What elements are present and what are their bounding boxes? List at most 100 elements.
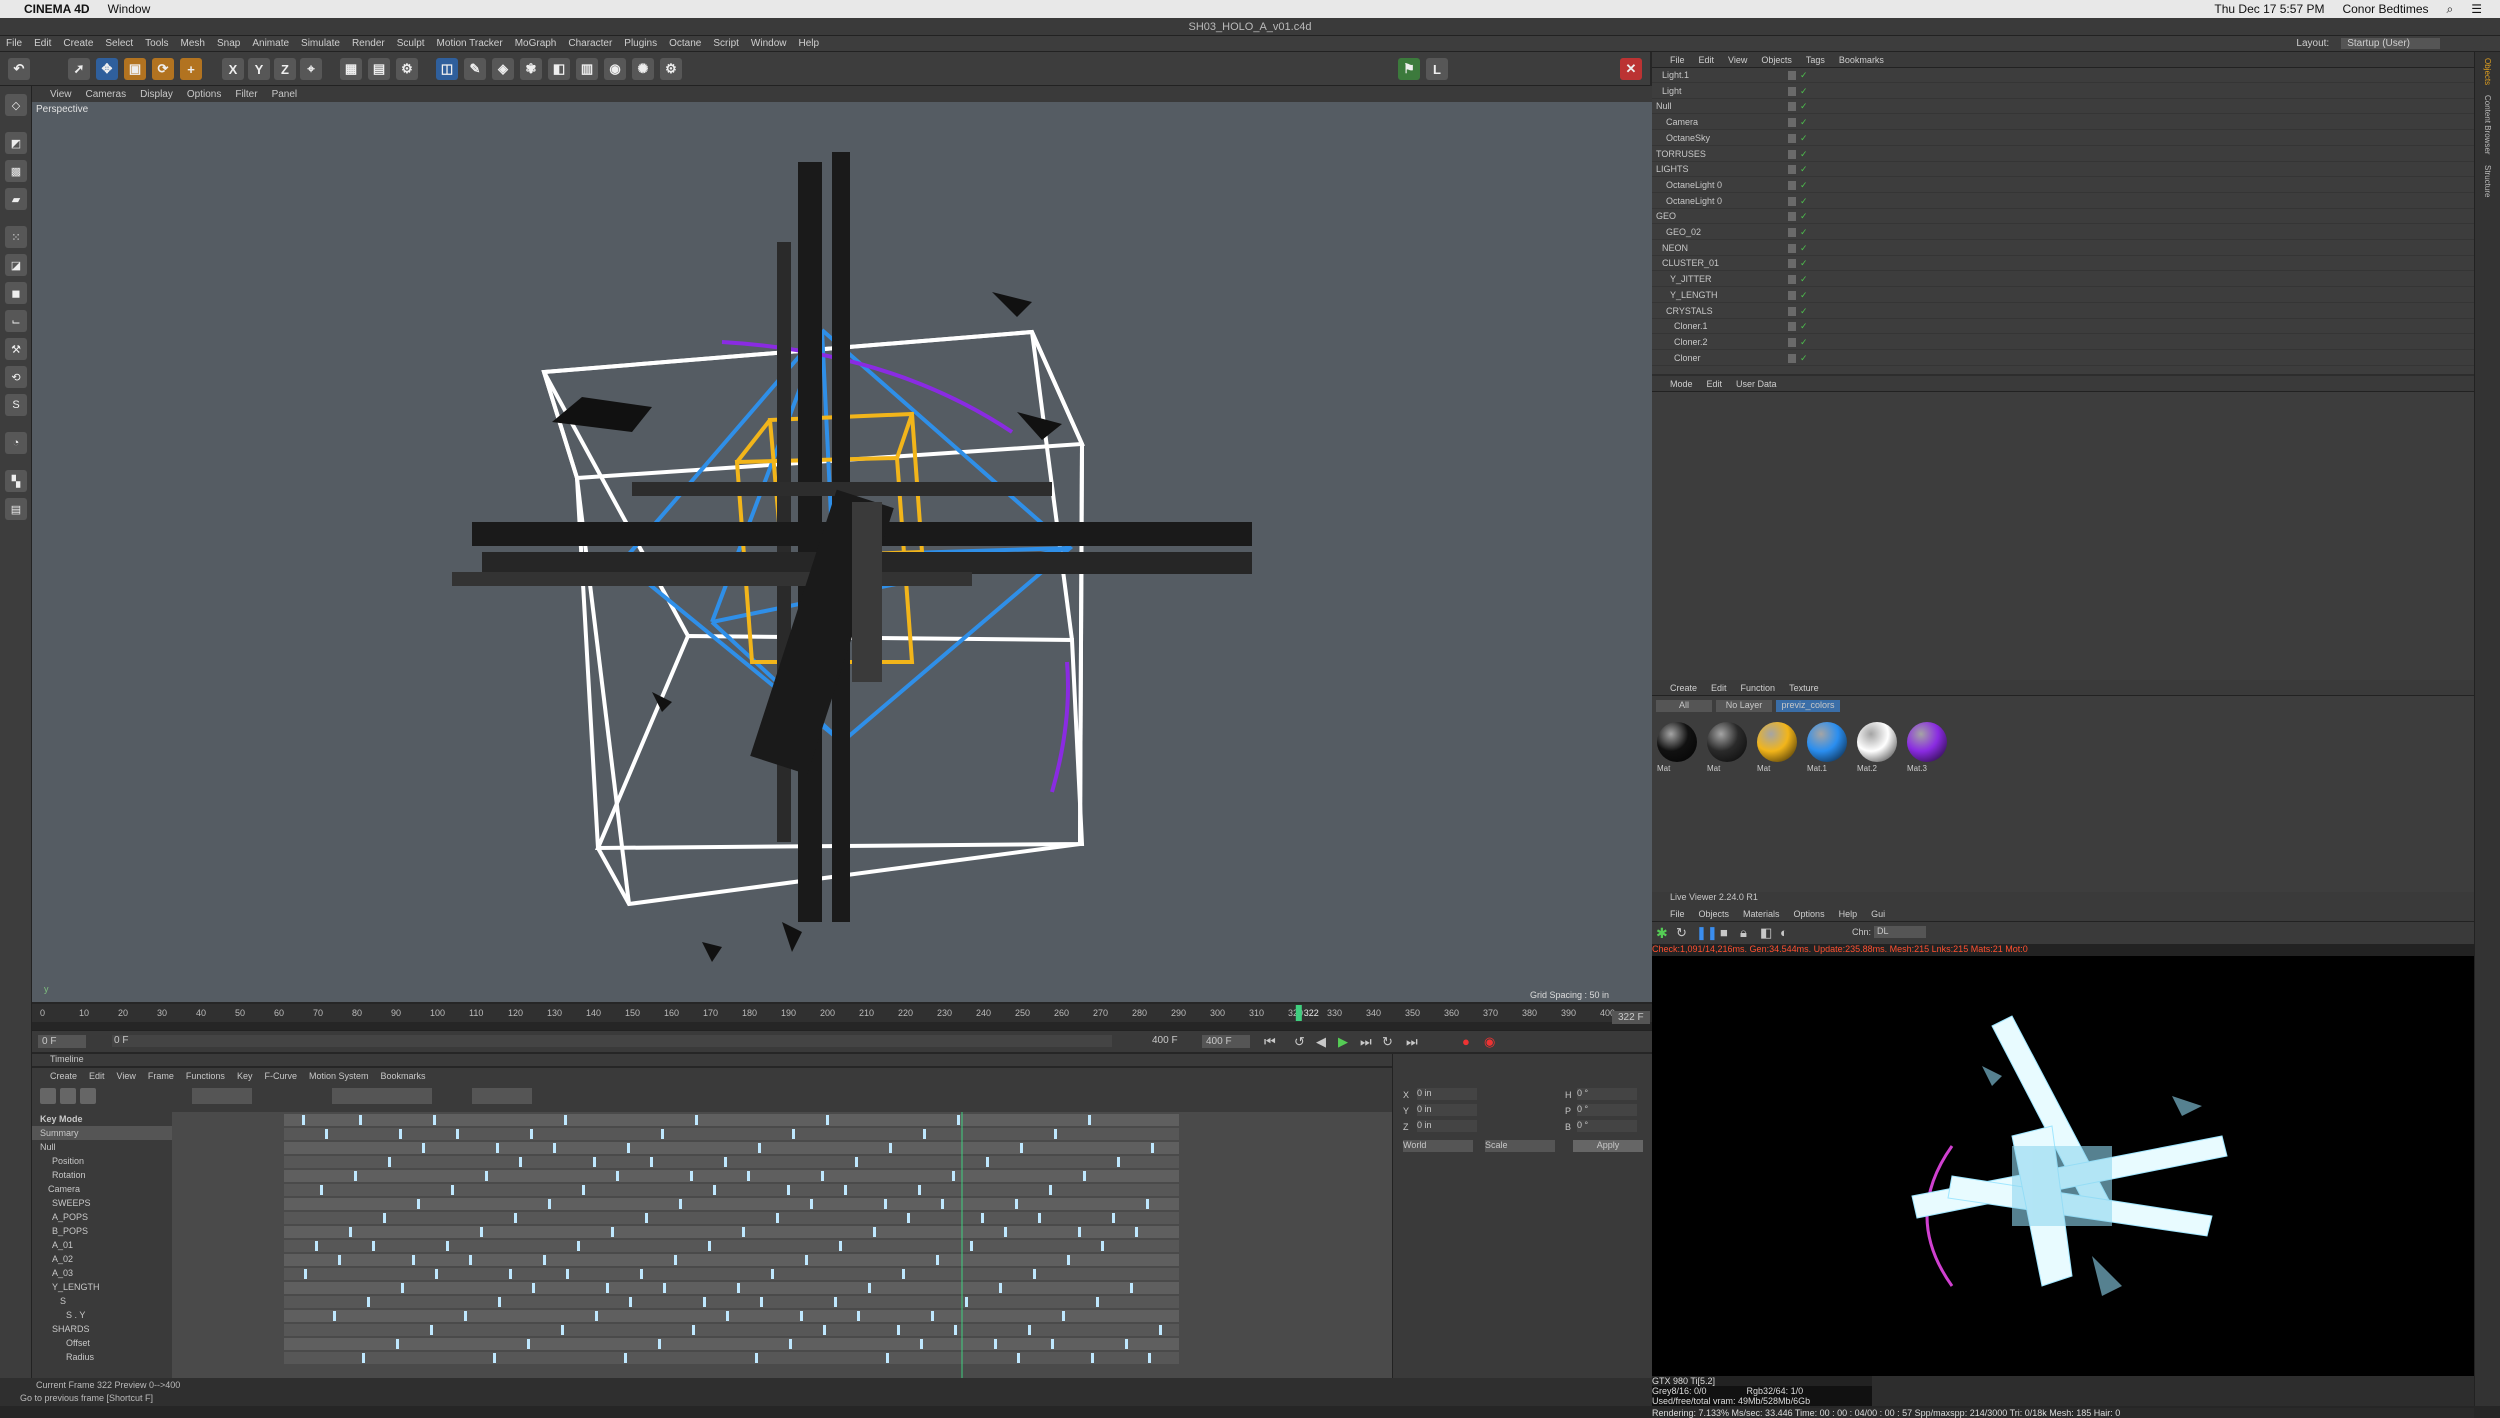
object-row[interactable]: Y_LENGTH ✓ [1652, 288, 2474, 303]
material-swatch[interactable]: Mat.3 [1904, 720, 1950, 778]
menu-create[interactable]: Create [63, 38, 93, 49]
autokey-icon[interactable]: ◉ [1484, 1034, 1495, 1050]
render-picture-icon[interactable]: ▤ [368, 58, 390, 80]
keyframe[interactable] [760, 1297, 763, 1307]
keyframe[interactable] [1083, 1171, 1086, 1181]
keyframe[interactable] [422, 1143, 425, 1153]
enable-check-icon[interactable]: ✓ [1800, 180, 1808, 191]
keyframe[interactable] [834, 1297, 837, 1307]
keyframe[interactable] [886, 1353, 889, 1363]
close-icon[interactable]: ✕ [1620, 58, 1642, 80]
keyframe[interactable] [354, 1171, 357, 1181]
enable-check-icon[interactable]: ✓ [1800, 117, 1808, 128]
dopesheet[interactable]: -40-200206080100120140160180200220240260… [172, 1100, 1397, 1378]
menu-sculpt[interactable]: Sculpt [397, 38, 425, 49]
attr-menu-mode[interactable]: Mode [1670, 379, 1693, 389]
enable-check-icon[interactable]: ✓ [1800, 321, 1808, 332]
keyframe[interactable] [629, 1297, 632, 1307]
keyframe[interactable] [952, 1171, 955, 1181]
keyframe[interactable] [661, 1129, 664, 1139]
visibility-dot[interactable] [1788, 322, 1796, 332]
coord-system-icon[interactable]: ⌖ [300, 58, 322, 80]
visibility-dot[interactable] [1788, 133, 1796, 143]
visibility-dot[interactable] [1788, 118, 1796, 128]
keyframe[interactable] [907, 1213, 910, 1223]
keyframe[interactable] [430, 1325, 433, 1335]
keyframe[interactable] [703, 1297, 706, 1307]
tl-menu-motion-system[interactable]: Motion System [309, 1071, 369, 1081]
track-b-pops[interactable]: B_POPS [32, 1224, 172, 1238]
tab-objects[interactable]: Objects [2483, 58, 2492, 85]
visibility-dot[interactable] [1788, 275, 1796, 285]
keyframe[interactable] [1148, 1353, 1151, 1363]
enable-check-icon[interactable]: ✓ [1800, 70, 1808, 81]
visibility-dot[interactable] [1788, 102, 1796, 112]
filter-all[interactable]: All [1656, 700, 1712, 712]
keyframe[interactable] [1146, 1199, 1149, 1209]
render-start-icon[interactable]: ✱ [1656, 925, 1668, 942]
tl-menu-key[interactable]: Key [237, 1071, 253, 1081]
lock-group[interactable] [472, 1088, 532, 1104]
keyframe[interactable] [640, 1269, 643, 1279]
keyframe[interactable] [1067, 1255, 1070, 1265]
enable-check-icon[interactable]: ✓ [1800, 211, 1808, 222]
prev-key-icon[interactable]: ↺ [1294, 1034, 1305, 1050]
current-frame-field[interactable]: 322 F [1612, 1011, 1650, 1024]
keyframe[interactable] [451, 1185, 454, 1195]
sculpt-icon[interactable]: ▚ [5, 470, 27, 492]
world-select[interactable]: World [1403, 1140, 1473, 1152]
polygons-mode-icon[interactable]: ◼ [5, 282, 27, 304]
x-axis-icon[interactable]: X [222, 58, 244, 80]
os-app-name[interactable]: CINEMA 4D [24, 2, 90, 16]
track-a-01[interactable]: A_01 [32, 1238, 172, 1252]
keyframe[interactable] [595, 1311, 598, 1321]
subdivision-icon[interactable]: ◈ [492, 58, 514, 80]
keyframe[interactable] [606, 1283, 609, 1293]
material-swatch[interactable]: Mat.2 [1854, 720, 1900, 778]
octane-icon[interactable]: ⚑ [1398, 58, 1420, 80]
mat-menu-texture[interactable]: Texture [1789, 683, 1819, 693]
keyframe[interactable] [325, 1129, 328, 1139]
keyframe[interactable] [433, 1115, 436, 1125]
object-row[interactable]: Y_JITTER ✓ [1652, 272, 2474, 288]
lv-menu-materials[interactable]: Materials [1743, 909, 1780, 919]
keyframe[interactable] [553, 1143, 556, 1153]
object-row[interactable]: Light.1 ✓ [1652, 68, 2474, 83]
render-view-icon[interactable]: ▦ [340, 58, 362, 80]
keyframe[interactable] [708, 1241, 711, 1251]
track-radius[interactable]: Radius [32, 1350, 172, 1364]
interpolation-group[interactable] [332, 1088, 432, 1104]
refresh-icon[interactable]: ↻ [1676, 925, 1687, 941]
record-icon[interactable]: ● [1462, 1034, 1470, 1049]
object-row[interactable]: GEO_02 ✓ [1652, 225, 2474, 240]
keyframe[interactable] [564, 1115, 567, 1125]
mat-menu-function[interactable]: Function [1741, 683, 1776, 693]
visibility-dot[interactable] [1788, 165, 1796, 175]
keyframe[interactable] [954, 1325, 957, 1335]
keyframe[interactable] [931, 1311, 934, 1321]
keyframe[interactable] [493, 1353, 496, 1363]
object-row[interactable]: OctaneLight 0 ✓ [1652, 194, 2474, 209]
visibility-dot[interactable] [1788, 306, 1796, 316]
move-icon[interactable]: ✥ [96, 58, 118, 80]
recent-tool-icon[interactable]: + [180, 58, 202, 80]
visibility-dot[interactable] [1788, 243, 1796, 253]
layers-icon[interactable]: ▤ [5, 498, 27, 520]
z-axis-icon[interactable]: Z [274, 58, 296, 80]
keyframe[interactable] [616, 1171, 619, 1181]
pen-icon[interactable]: ✎ [464, 58, 486, 80]
visibility-dot[interactable] [1788, 337, 1796, 347]
keyframe[interactable] [792, 1129, 795, 1139]
os-menu-window[interactable]: Window [108, 2, 151, 16]
track-a-02[interactable]: A_02 [32, 1252, 172, 1266]
settings-icon[interactable]: ⚙ [660, 58, 682, 80]
keyframe[interactable] [658, 1339, 661, 1349]
keyframe[interactable] [776, 1213, 779, 1223]
keyframe[interactable] [679, 1199, 682, 1209]
track-camera[interactable]: Camera [32, 1182, 172, 1196]
menu-plugins[interactable]: Plugins [624, 38, 657, 49]
keyframe[interactable] [726, 1311, 729, 1321]
track-summary[interactable]: Summary [32, 1126, 172, 1140]
keyframe[interactable] [1135, 1227, 1138, 1237]
coord-y-field[interactable]: 0 in [1417, 1104, 1477, 1116]
